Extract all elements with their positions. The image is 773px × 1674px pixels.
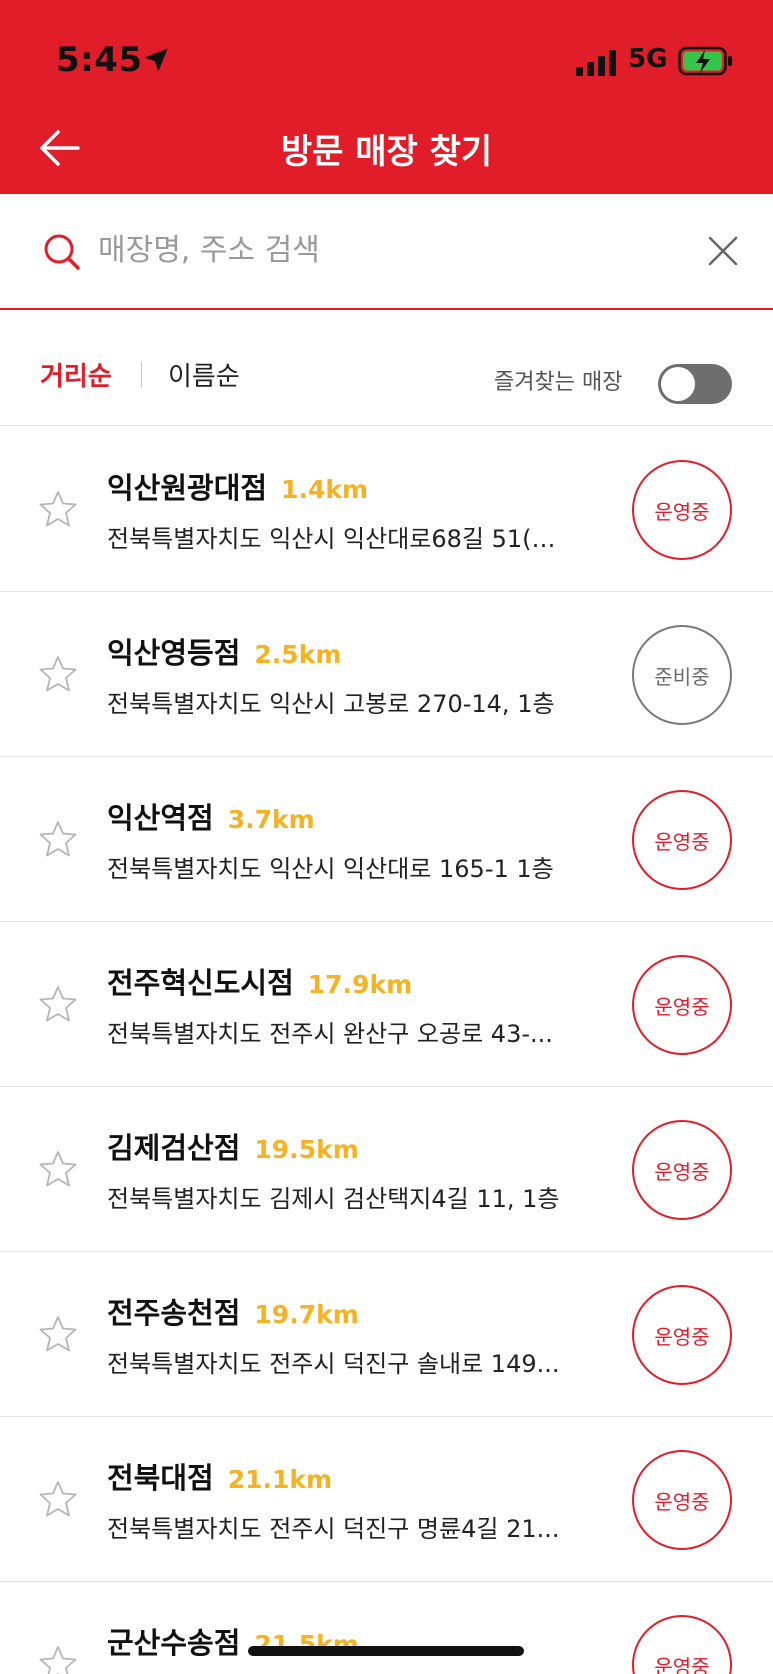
store-distance: 2.5km	[254, 640, 342, 669]
store-distance: 17.9km	[307, 970, 413, 999]
network-type: 5G	[628, 44, 668, 74]
store-address: 전북특별자치도 익산시 익산대로68길 51(…	[107, 525, 556, 553]
store-status-badge: 준비중	[632, 625, 732, 725]
store-distance: 19.7km	[254, 1300, 359, 1329]
store-status-badge: 운영중	[632, 1120, 732, 1220]
store-name: 익산원광대점	[107, 471, 268, 505]
store-name-line: 익산원광대점 1.4km	[107, 465, 368, 507]
sort-bar: 거리순 이름순 즐겨찾는 매장	[0, 312, 773, 426]
store-row[interactable]: 김제검산점 19.5km 전북특별자치도 김제시 검산택지4길 11, 1층 운영…	[0, 1087, 773, 1252]
store-row[interactable]: 익산원광대점 1.4km 전북특별자치도 익산시 익산대로68길 51(… 운영중	[0, 427, 773, 592]
favorite-star-icon[interactable]	[38, 984, 78, 1024]
favorite-star-icon[interactable]	[38, 1149, 78, 1189]
status-bar: 5:45 5G	[0, 0, 773, 100]
page-title: 방문 매장 찾기	[280, 132, 493, 172]
store-status-badge: 운영중	[632, 955, 732, 1055]
store-name-line: 전북대점 21.1km	[107, 1455, 332, 1497]
favorite-star-icon[interactable]	[38, 1314, 78, 1354]
search-input[interactable]	[98, 222, 678, 278]
store-status-badge: 운영중	[632, 1615, 732, 1674]
favorite-star-icon[interactable]	[38, 1479, 78, 1519]
favorites-label: 즐겨찾는 매장	[494, 370, 623, 395]
store-name-line: 전주혁신도시점 17.9km	[107, 960, 412, 1002]
store-name: 군산수송점	[107, 1626, 241, 1660]
store-row[interactable]: 전주혁신도시점 17.9km 전북특별자치도 전주시 완산구 오공로 43-...…	[0, 922, 773, 1087]
search-icon	[44, 234, 80, 270]
store-name: 김제검산점	[107, 1131, 241, 1165]
store-status-badge: 운영중	[632, 1285, 732, 1385]
store-row[interactable]: 전주송천점 19.7km 전북특별자치도 전주시 덕진구 솔내로 149... 운…	[0, 1252, 773, 1417]
store-distance: 21.1km	[227, 1465, 333, 1494]
store-address: 전북특별자치도 익산시 고봉로 270-14, 1층	[107, 690, 555, 718]
store-name-line: 익산영등점 2.5km	[107, 630, 341, 672]
store-name-line: 익산역점 3.7km	[107, 795, 315, 837]
store-distance: 19.5km	[254, 1135, 359, 1164]
status-time: 5:45	[56, 40, 143, 80]
favorites-toggle[interactable]	[658, 364, 732, 404]
search-bar	[0, 194, 773, 310]
favorite-star-icon[interactable]	[38, 654, 78, 694]
store-row[interactable]: 군산수송점 21.5km 운영중	[0, 1582, 773, 1674]
store-address: 전북특별자치도 익산시 익산대로 165-1 1층	[107, 855, 554, 883]
battery-charging-icon	[678, 46, 732, 76]
toggle-knob	[661, 367, 695, 401]
store-address: 전북특별자치도 전주시 완산구 오공로 43-...	[107, 1020, 553, 1048]
store-name-line: 전주송천점 19.7km	[107, 1290, 359, 1332]
app-header: 5:45 5G 방문 매장 찾기	[0, 0, 773, 194]
store-address: 전북특별자치도 전주시 덕진구 솔내로 149...	[107, 1350, 560, 1378]
store-status-badge: 운영중	[632, 790, 732, 890]
store-row[interactable]: 전북대점 21.1km 전북특별자치도 전주시 덕진구 명륜4길 21... 운영…	[0, 1417, 773, 1582]
sort-divider	[141, 362, 142, 388]
store-name-line: 김제검산점 19.5km	[107, 1125, 359, 1167]
sort-by-name[interactable]: 이름순	[168, 356, 240, 393]
store-name: 익산역점	[107, 801, 214, 835]
favorite-star-icon[interactable]	[38, 1644, 78, 1674]
location-arrow-icon	[144, 48, 168, 72]
cellular-signal-icon	[576, 50, 616, 76]
store-name: 전주송천점	[107, 1296, 241, 1330]
store-name: 익산영등점	[107, 636, 241, 670]
favorite-star-icon[interactable]	[38, 819, 78, 859]
store-address: 전북특별자치도 전주시 덕진구 명륜4길 21...	[107, 1515, 560, 1543]
store-status-badge: 운영중	[632, 460, 732, 560]
store-list: 익산원광대점 1.4km 전북특별자치도 익산시 익산대로68길 51(… 운영중…	[0, 427, 773, 1674]
clear-icon[interactable]	[706, 234, 740, 268]
store-address: 전북특별자치도 김제시 검산택지4길 11, 1층	[107, 1185, 560, 1213]
store-row[interactable]: 익산역점 3.7km 전북특별자치도 익산시 익산대로 165-1 1층 운영중	[0, 757, 773, 922]
store-distance: 1.4km	[281, 475, 369, 504]
sort-by-distance[interactable]: 거리순	[40, 356, 112, 393]
store-status-badge: 운영중	[632, 1450, 732, 1550]
store-name: 전북대점	[107, 1461, 214, 1495]
store-distance: 3.7km	[227, 805, 315, 834]
store-name: 전주혁신도시점	[107, 966, 294, 1000]
home-indicator	[248, 1646, 524, 1656]
store-row[interactable]: 익산영등점 2.5km 전북특별자치도 익산시 고봉로 270-14, 1층 준비…	[0, 592, 773, 757]
favorite-star-icon[interactable]	[38, 489, 78, 529]
